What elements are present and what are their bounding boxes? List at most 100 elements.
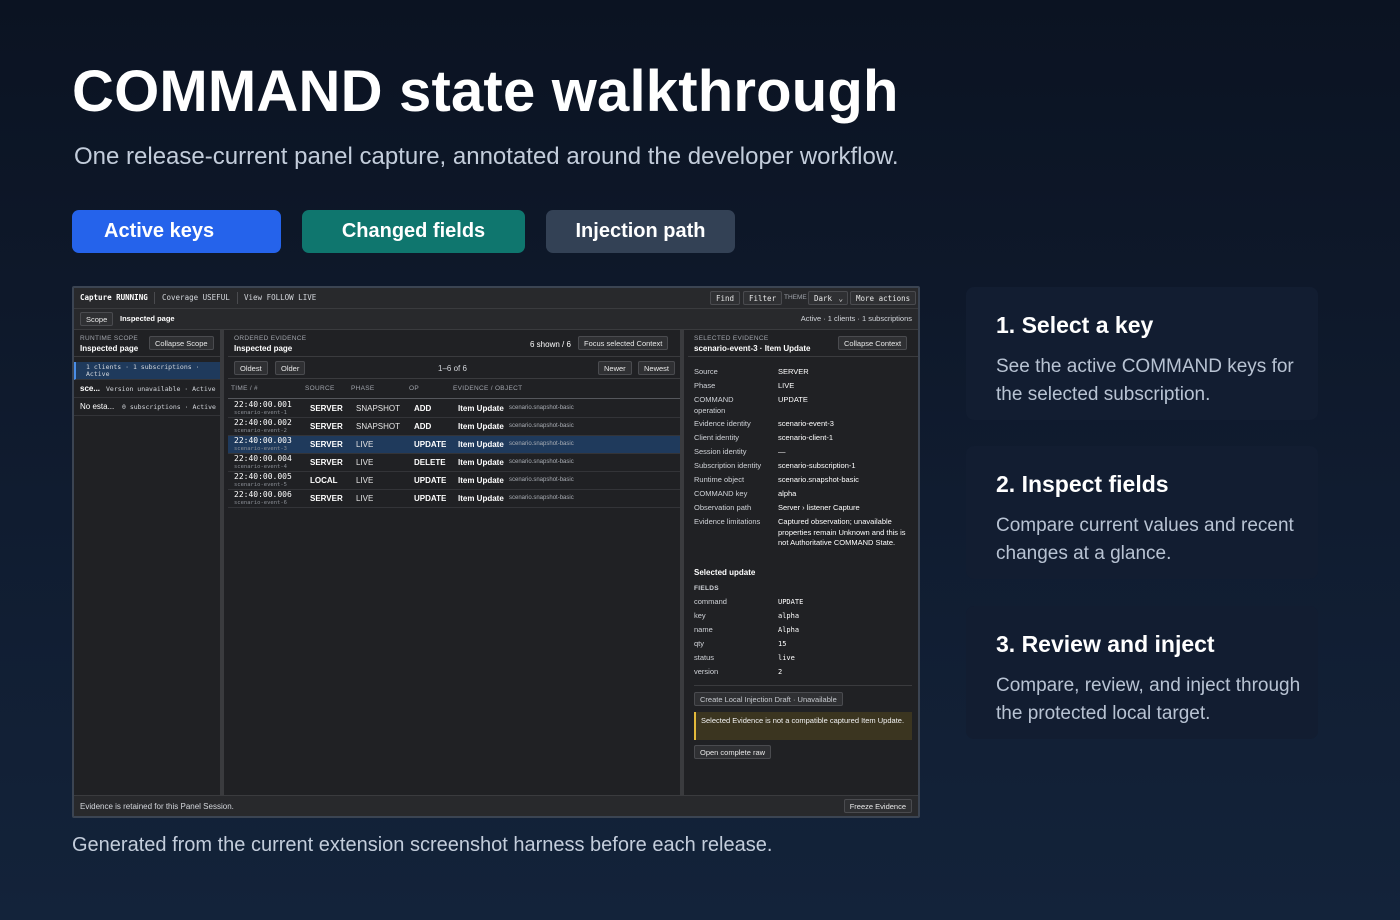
older-button[interactable]: Older — [275, 361, 306, 375]
detail-value: Server › listener Capture — [778, 503, 860, 512]
table-row[interactable]: 22:40:00.004 scenario-event-4 SERVER LIVE DE… — [228, 454, 680, 472]
collapse-context-button[interactable]: Collapse Context — [838, 336, 908, 350]
range-label: 1–6 of 6 — [438, 364, 467, 373]
cell-object: scenario.snapshot-basic — [509, 495, 574, 501]
view-mode[interactable]: View FOLLOW LIVE — [244, 293, 316, 302]
capture-status[interactable]: Capture RUNNING — [80, 293, 148, 302]
warning-banner: Selected Evidence is not a compatible ca… — [694, 712, 912, 740]
open-raw-button[interactable]: Open complete raw — [694, 745, 772, 759]
footer-caption: Generated from the current extension scr… — [72, 834, 773, 856]
list-item[interactable]: sce... Version unavailable · Active — [74, 380, 220, 398]
field-value: 2 — [778, 668, 783, 676]
list-item[interactable]: No esta... 0 subscriptions · Active — [74, 398, 220, 416]
table-row[interactable]: 22:40:00.003 scenario-event-3 SERVER LIVE UP… — [228, 436, 680, 454]
field-key: name — [694, 625, 713, 634]
cell-evidence: Item Update — [458, 458, 504, 467]
selected-evidence-pane: SELECTED EVIDENCE scenario-event-3 · Ite… — [688, 330, 918, 795]
cell-time: 22:40:00.006 — [234, 490, 292, 499]
filter-button[interactable]: Filter — [743, 291, 783, 305]
cell-evidence: Item Update — [458, 494, 504, 503]
field-value: Alpha — [778, 626, 800, 634]
cell-source: SERVER — [310, 494, 343, 503]
detail-value: scenario-client-1 — [778, 433, 834, 442]
freeze-evidence-button[interactable]: Freeze Evidence — [843, 799, 912, 813]
detail-value: LIVE — [778, 381, 795, 390]
cell-time: 22:40:00.005 — [234, 472, 292, 481]
table-header: TIME / # SOURCE PHASE OP EVIDENCE / OBJE… — [228, 379, 680, 399]
table-row[interactable]: 22:40:00.006 scenario-event-6 SERVER LIVE UP… — [228, 490, 680, 508]
cell-phase: LIVE — [356, 458, 374, 467]
cell-object: scenario.snapshot-basic — [509, 405, 574, 411]
newest-button[interactable]: Newest — [638, 361, 676, 375]
panel-footer: Evidence is retained for this Panel Sess… — [74, 795, 918, 816]
cell-op: DELETE — [414, 458, 446, 467]
cell-time: 22:40:00.002 — [234, 418, 292, 427]
detail-key: Evidence limitations — [694, 517, 761, 526]
cell-phase: SNAPSHOT — [356, 404, 401, 413]
cell-object: scenario.snapshot-basic — [509, 423, 574, 429]
theme-select[interactable]: Dark ⌄ — [808, 291, 848, 305]
tab-active-keys[interactable]: Active keys — [72, 210, 281, 253]
tab-changed-fields[interactable]: Changed fields — [302, 210, 525, 253]
runtime-scope-pane: RUNTIME SCOPE Inspected page Collapse Sc… — [74, 330, 224, 795]
detail-key: Observation path — [694, 503, 752, 512]
collapse-scope-button[interactable]: Collapse Scope — [149, 336, 214, 350]
field-key: key — [694, 611, 706, 620]
cell-id: scenario-event-4 — [234, 464, 287, 470]
tab-injection-path[interactable]: Injection path — [546, 210, 735, 253]
ordered-evidence-pane: ORDERED EVIDENCE Inspected page 6 shown … — [228, 330, 684, 795]
step-body: Compare, review, and inject through the … — [996, 675, 1301, 724]
detail-key: Subscription identity — [694, 461, 762, 470]
cell-phase: SNAPSHOT — [356, 422, 401, 431]
step-title: 1. Select a key — [996, 312, 1154, 338]
cell-id: scenario-event-6 — [234, 500, 287, 506]
cell-object: scenario.snapshot-basic — [509, 441, 574, 447]
cell-op: UPDATE — [414, 440, 447, 449]
scope-bar: Scope Inspected page Active · 1 clients … — [74, 309, 918, 330]
table-row[interactable]: 22:40:00.005 scenario-event-5 LOCAL LIVE UPD… — [228, 472, 680, 490]
step-body: Compare current values and recent change… — [996, 515, 1294, 564]
cell-op: UPDATE — [414, 476, 447, 485]
cell-evidence: Item Update — [458, 422, 504, 431]
table-row[interactable]: 22:40:00.002 scenario-event-2 SERVER SNAPSH… — [228, 418, 680, 436]
detail-key: COMMAND operation — [694, 395, 734, 415]
more-actions-button[interactable]: More actions — [850, 291, 917, 305]
scope-summary-row[interactable]: 1 clients · 1 subscriptions · Active — [74, 362, 220, 380]
detail-value: SERVER — [778, 367, 809, 376]
cell-time: 22:40:00.004 — [234, 454, 292, 463]
focus-context-button[interactable]: Focus selected Context — [578, 336, 669, 350]
step-body: See the active COMMAND keys for the sele… — [996, 356, 1294, 405]
field-key: status — [694, 653, 715, 662]
scope-status: Active · 1 clients · 1 subscriptions — [800, 314, 912, 323]
page-subtitle: One release-current panel capture, annot… — [74, 143, 899, 170]
cell-phase: LIVE — [356, 494, 374, 503]
detail-key: Source — [694, 367, 718, 376]
detail-key: Session identity — [694, 447, 747, 456]
detail-value: scenario-event-3 — [778, 419, 834, 428]
newer-button[interactable]: Newer — [598, 361, 632, 375]
coverage-status[interactable]: Coverage USEFUL — [162, 293, 230, 302]
detail-key: Evidence identity — [694, 419, 751, 428]
detail-key: Phase — [694, 381, 716, 390]
cell-time: 22:40:00.001 — [234, 400, 292, 409]
cell-evidence: Item Update — [458, 404, 504, 413]
cell-source: SERVER — [310, 458, 343, 467]
detail-value: — — [778, 447, 786, 456]
cell-source: LOCAL — [310, 476, 338, 485]
detail-key: COMMAND key — [694, 489, 748, 498]
cell-object: scenario.snapshot-basic — [509, 477, 574, 483]
evidence-title: Inspected page — [234, 344, 293, 353]
page-title: COMMAND state walkthrough — [72, 59, 899, 124]
cell-object: scenario.snapshot-basic — [509, 459, 574, 465]
cell-evidence: Item Update — [458, 476, 504, 485]
find-button[interactable]: Find — [710, 291, 741, 305]
table-row[interactable]: 22:40:00.001 scenario-event-1 SERVER SNAPSH… — [228, 400, 680, 418]
step-card-select-key: 1. Select a key See the active COMMAND k… — [966, 287, 1318, 420]
scope-button[interactable]: Scope — [80, 312, 114, 326]
selected-update-heading: Selected update — [694, 568, 756, 577]
field-key: version — [694, 667, 719, 676]
field-key: qty — [694, 639, 705, 648]
cell-source: SERVER — [310, 440, 343, 449]
oldest-button[interactable]: Oldest — [234, 361, 268, 375]
create-injection-draft-button[interactable]: Create Local Injection Draft · Unavailab… — [694, 692, 843, 706]
